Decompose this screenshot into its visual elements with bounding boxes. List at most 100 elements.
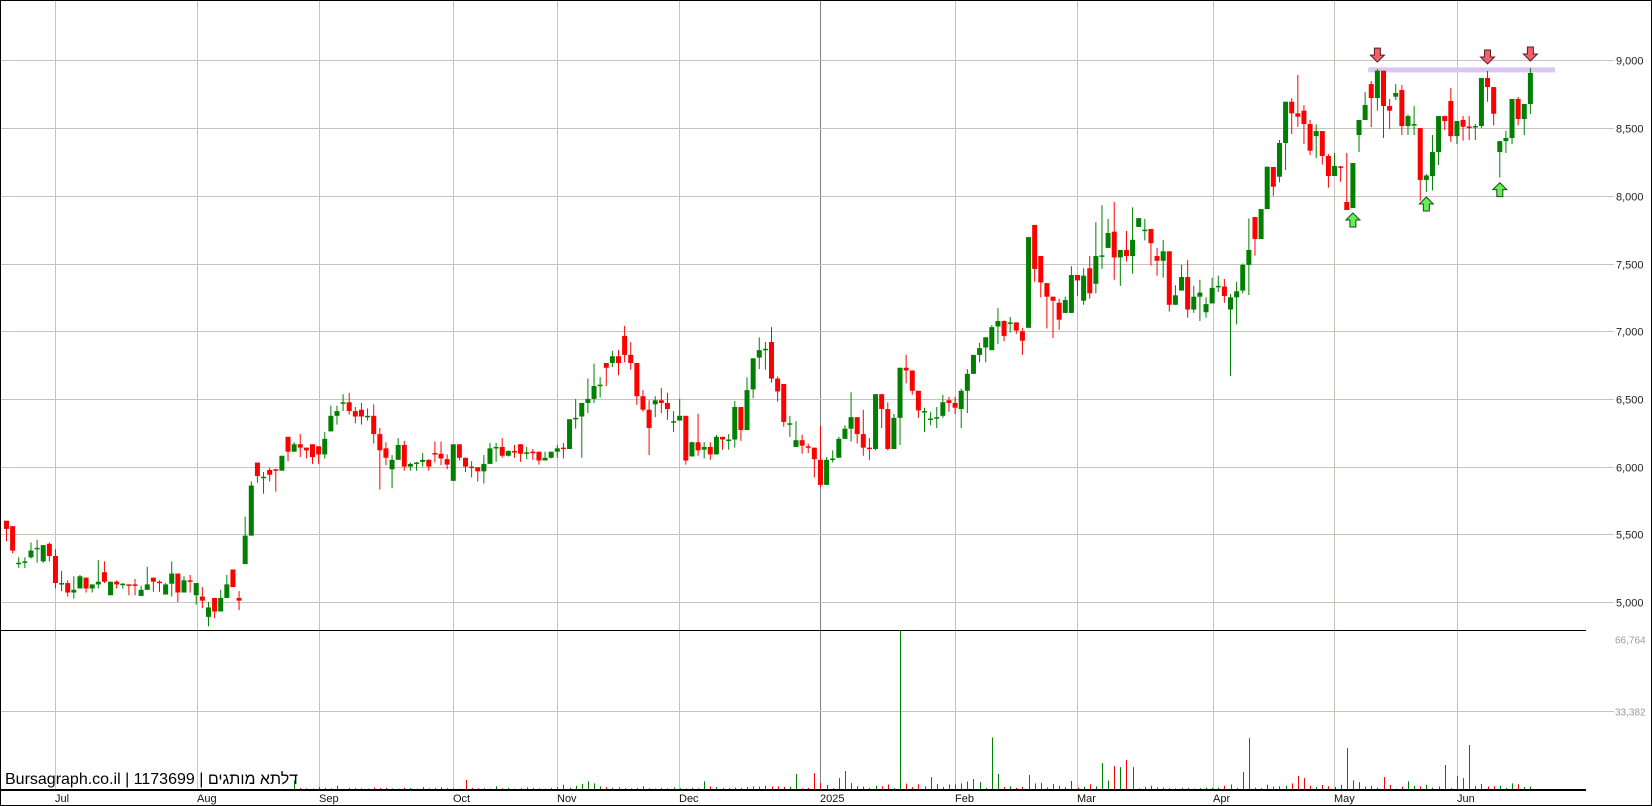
candle-body bbox=[1099, 255, 1105, 257]
candle-body bbox=[1387, 106, 1393, 111]
price-tick-label: 7,500 bbox=[1616, 260, 1644, 272]
candle-body bbox=[1142, 229, 1148, 232]
candle-body bbox=[205, 607, 211, 617]
candle-body bbox=[689, 442, 695, 457]
candle-body bbox=[695, 442, 701, 451]
candle-body bbox=[34, 547, 40, 550]
candle-body bbox=[95, 581, 101, 585]
candle-body bbox=[1295, 113, 1301, 117]
candle-body bbox=[132, 584, 138, 586]
candle-body bbox=[487, 448, 493, 464]
candle-body bbox=[811, 447, 817, 460]
price-tick-label: 5,000 bbox=[1616, 598, 1644, 610]
candle-body bbox=[1148, 228, 1154, 244]
candle-body bbox=[591, 386, 597, 399]
candle-body bbox=[560, 447, 566, 450]
candle-body bbox=[1399, 90, 1405, 127]
candle-body bbox=[1019, 331, 1025, 341]
candle-body bbox=[530, 451, 536, 454]
candle-body bbox=[1325, 155, 1331, 177]
candle-body bbox=[891, 417, 897, 449]
candle-body bbox=[897, 367, 903, 418]
candle-body bbox=[267, 469, 273, 475]
candle-body bbox=[585, 398, 591, 403]
candle-body bbox=[46, 543, 52, 556]
candle-body bbox=[579, 402, 585, 417]
candle-body bbox=[1246, 249, 1252, 265]
candle-body bbox=[1454, 121, 1460, 137]
candle-body bbox=[628, 354, 634, 364]
candle-body bbox=[1172, 295, 1178, 305]
candle-body bbox=[1062, 300, 1068, 313]
candle-body bbox=[1527, 72, 1533, 104]
candle-body bbox=[1185, 277, 1191, 310]
candle-body bbox=[707, 446, 713, 455]
candle-body bbox=[885, 409, 891, 449]
candle-body bbox=[444, 459, 450, 465]
candle-body bbox=[438, 453, 444, 459]
candle-body bbox=[1264, 166, 1270, 210]
candle-body bbox=[1197, 292, 1203, 297]
candle-body bbox=[450, 444, 456, 481]
candle-body bbox=[89, 584, 95, 589]
candle-body bbox=[934, 417, 940, 419]
candle-body bbox=[59, 583, 65, 585]
candle-body bbox=[1381, 70, 1386, 107]
candle-body bbox=[1068, 275, 1074, 313]
candle-body bbox=[1044, 283, 1050, 297]
candle-body bbox=[377, 434, 383, 451]
candle-body bbox=[273, 469, 279, 471]
candle-body bbox=[126, 584, 132, 586]
candle-body bbox=[456, 444, 462, 458]
candle-body bbox=[499, 446, 505, 456]
candle-body bbox=[964, 373, 970, 391]
candle-body bbox=[1283, 101, 1289, 143]
candle-body bbox=[1423, 175, 1429, 180]
candle-body bbox=[1405, 116, 1411, 127]
candle-body bbox=[285, 436, 291, 452]
candle-body bbox=[420, 459, 426, 462]
volume-tick-label: 66,764 bbox=[1615, 636, 1646, 647]
candle-body bbox=[554, 448, 560, 452]
candle-body bbox=[524, 452, 530, 454]
candle-body bbox=[358, 409, 364, 417]
candle-body bbox=[511, 451, 517, 453]
stock-chart: 9,000 8,500 8,000 7,500 7,000 6,500 6,000 5,500… bbox=[0, 0, 1652, 806]
candle-body bbox=[230, 569, 236, 588]
candle-body bbox=[1289, 101, 1295, 114]
candle-body bbox=[1356, 119, 1362, 136]
candle-body bbox=[120, 583, 126, 586]
candle-body bbox=[781, 384, 787, 422]
candle-body bbox=[1436, 116, 1442, 153]
candle-body bbox=[616, 356, 621, 364]
candle-body bbox=[1442, 116, 1448, 122]
price-tick-label: 6,500 bbox=[1616, 395, 1644, 407]
candle-body bbox=[713, 436, 719, 455]
candle-body bbox=[414, 462, 420, 465]
candle-body bbox=[805, 446, 811, 448]
candle-body bbox=[22, 561, 28, 563]
candle-body bbox=[1123, 249, 1129, 257]
candle-body bbox=[977, 348, 983, 355]
candle-body bbox=[316, 446, 322, 455]
candle-body bbox=[261, 476, 267, 479]
candle-body bbox=[493, 446, 499, 449]
candle-body bbox=[677, 415, 683, 421]
candle-body bbox=[432, 453, 438, 455]
candle-body bbox=[744, 390, 750, 431]
candle-body bbox=[322, 438, 328, 455]
candle-body bbox=[108, 581, 114, 596]
candle-body bbox=[248, 485, 254, 536]
candle-body bbox=[1374, 70, 1380, 99]
chart-title-watermark: Bursagraph.co.il | 1173699 | דלתא מותגים bbox=[5, 771, 299, 788]
price-tick-label: 6,000 bbox=[1616, 463, 1644, 475]
candle-body bbox=[334, 411, 340, 416]
candle-body bbox=[1209, 287, 1215, 304]
candle-body bbox=[518, 444, 524, 454]
candle-body bbox=[224, 584, 230, 598]
candle-body bbox=[762, 348, 768, 351]
candle-body bbox=[1038, 256, 1044, 283]
candle-body bbox=[169, 573, 175, 584]
candle-body bbox=[830, 458, 836, 460]
candle-body bbox=[1417, 128, 1423, 180]
